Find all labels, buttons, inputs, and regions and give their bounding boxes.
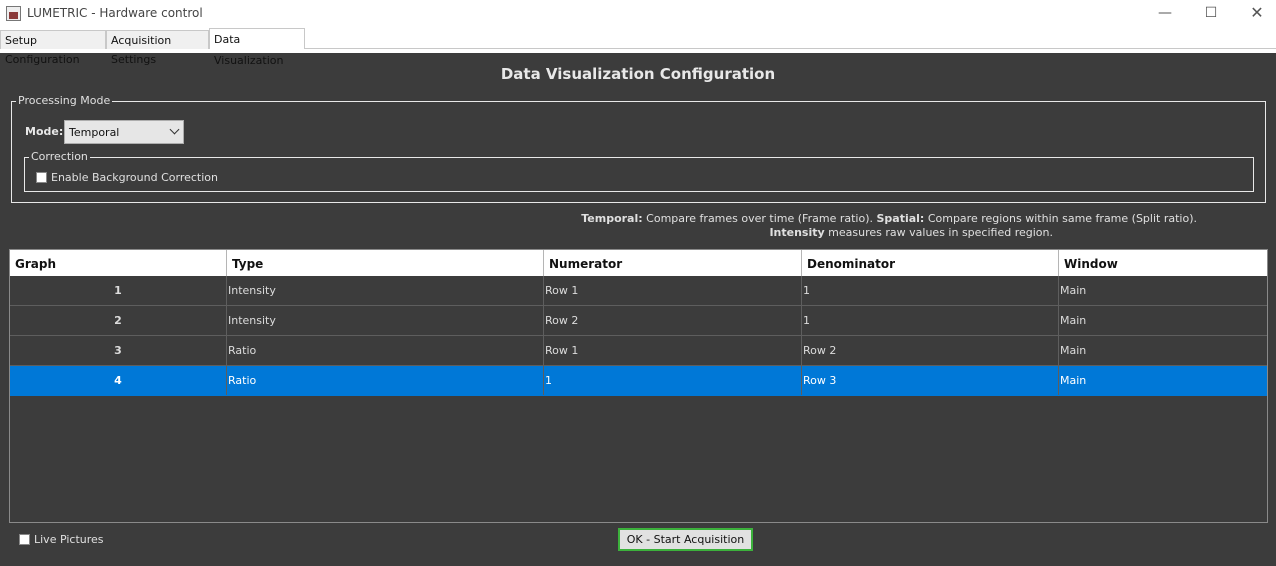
cell-numerator[interactable]: Row 1 [544, 336, 802, 365]
column-header-graph[interactable]: Graph [10, 250, 227, 276]
cell-graph[interactable]: 3 [10, 336, 227, 365]
cell-type[interactable]: Intensity [227, 306, 544, 335]
page-title: Data Visualization Configuration [500, 65, 776, 83]
help-intensity-key: Intensity [769, 226, 825, 239]
cell-graph[interactable]: 4 [10, 366, 227, 395]
maximize-button[interactable]: ☐ [1188, 0, 1234, 28]
mode-dropdown[interactable]: Temporal [64, 120, 184, 144]
cell-numerator[interactable]: 1 [544, 366, 802, 395]
cell-denominator[interactable]: 1 [802, 306, 1059, 335]
cell-type[interactable]: Ratio [227, 336, 544, 365]
help-spatial-text: Compare regions within same frame (Split… [924, 212, 1197, 225]
cell-denominator[interactable]: 1 [802, 276, 1059, 305]
help-temporal-text: Compare frames over time (Frame ratio). [642, 212, 877, 225]
help-intensity-text: measures raw values in specified region. [824, 226, 1053, 239]
table-row-selected[interactable]: 4 Ratio 1 Row 3 Main [10, 366, 1267, 396]
cell-window[interactable]: Main [1059, 306, 1267, 335]
help-line-2: Intensity measures raw values in specifi… [0, 226, 1053, 239]
processing-mode-legend: Processing Mode [16, 94, 113, 107]
correction-legend: Correction [29, 150, 90, 163]
cell-numerator[interactable]: Row 1 [544, 276, 802, 305]
cell-numerator[interactable]: Row 2 [544, 306, 802, 335]
mode-dropdown-value: Temporal [69, 126, 120, 139]
cell-denominator[interactable]: Row 3 [802, 366, 1059, 395]
cell-graph[interactable]: 2 [10, 306, 227, 335]
background-correction-label: Enable Background Correction [51, 171, 218, 184]
live-pictures-label: Live Pictures [34, 533, 104, 546]
cell-graph[interactable]: 1 [10, 276, 227, 305]
app-icon [6, 6, 21, 21]
tab-acquisition-settings[interactable]: Acquisition Settings [106, 30, 209, 66]
tab-data-visualization[interactable]: Data Visualization [209, 28, 305, 67]
cell-window[interactable]: Main [1059, 366, 1267, 395]
help-spatial-key: Spatial: [876, 212, 925, 225]
cell-type[interactable]: Ratio [227, 366, 544, 395]
table-row[interactable]: 1 Intensity Row 1 1 Main [10, 276, 1267, 306]
chevron-down-icon [169, 124, 180, 135]
tab-setup-configuration[interactable]: Setup Configuration [0, 30, 106, 66]
background-correction-checkbox[interactable] [36, 172, 47, 183]
column-header-window[interactable]: Window [1059, 250, 1267, 276]
table-row[interactable]: 2 Intensity Row 2 1 Main [10, 306, 1267, 336]
column-header-type[interactable]: Type [227, 250, 544, 276]
column-header-numerator[interactable]: Numerator [544, 250, 802, 276]
minimize-button[interactable]: — [1142, 0, 1188, 28]
table-row[interactable]: 3 Ratio Row 1 Row 2 Main [10, 336, 1267, 366]
column-header-denominator[interactable]: Denominator [802, 250, 1059, 276]
table-header: Graph Type Numerator Denominator Window [10, 250, 1267, 276]
live-pictures-checkbox[interactable] [19, 534, 30, 545]
help-temporal-key: Temporal: [581, 212, 643, 225]
close-button[interactable]: ✕ [1234, 0, 1276, 28]
help-line-1: Temporal: Compare frames over time (Fram… [0, 212, 1197, 225]
cell-window[interactable]: Main [1059, 336, 1267, 365]
title-bar: LUMETRIC - Hardware control — ☐ ✕ [0, 0, 1276, 28]
cell-window[interactable]: Main [1059, 276, 1267, 305]
ok-start-acquisition-button[interactable]: OK - Start Acquisition [618, 528, 753, 551]
graph-table[interactable]: Graph Type Numerator Denominator Window … [9, 249, 1268, 523]
mode-label: Mode: [25, 125, 64, 138]
window-title: LUMETRIC - Hardware control [27, 6, 203, 20]
cell-type[interactable]: Intensity [227, 276, 544, 305]
cell-denominator[interactable]: Row 2 [802, 336, 1059, 365]
